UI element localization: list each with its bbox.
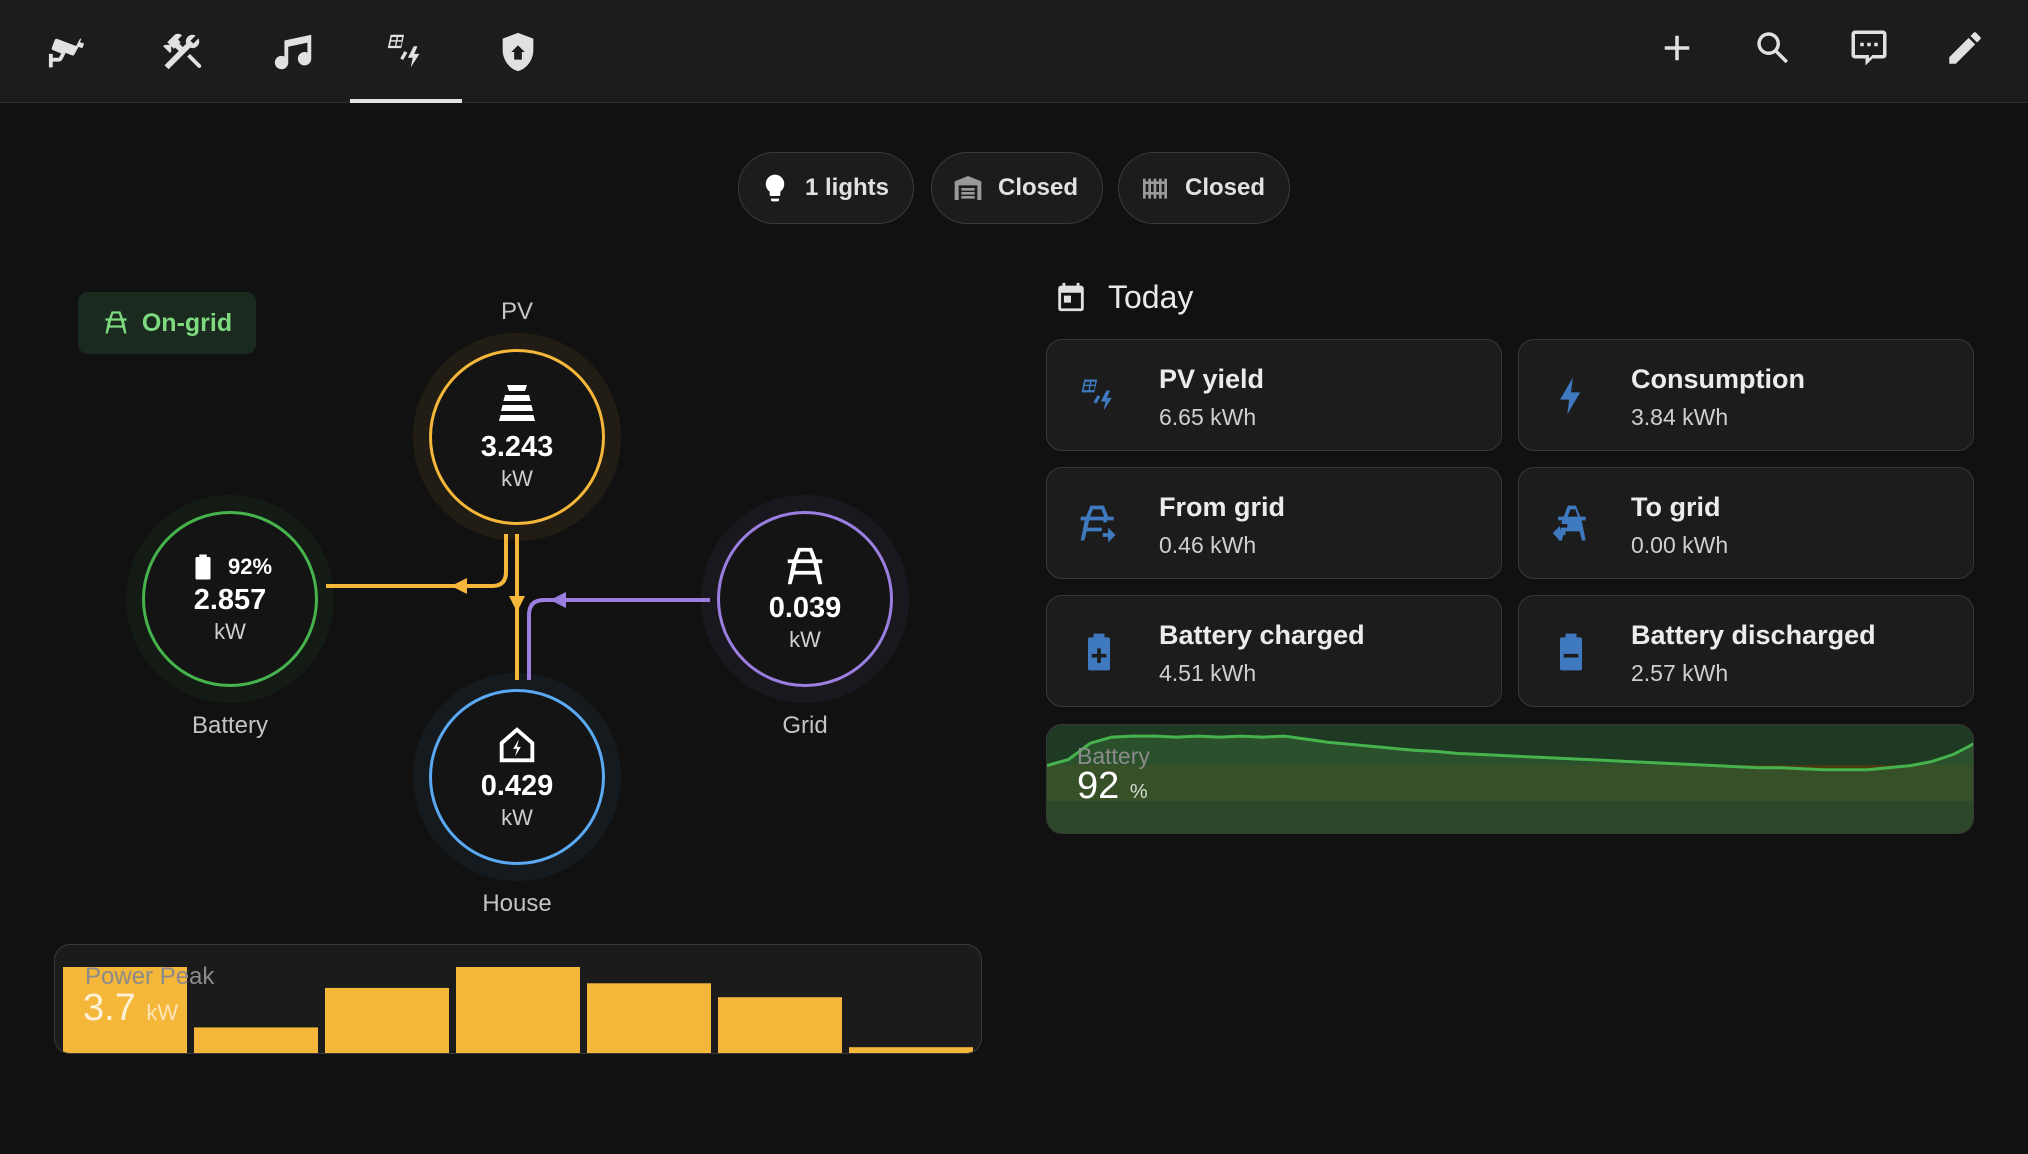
power-peak-bar bbox=[325, 987, 449, 1053]
tile-battery-discharged[interactable]: Battery discharged 2.57 kWh bbox=[1518, 595, 1974, 707]
tile-name: PV yield bbox=[1159, 364, 1265, 394]
transmission-tower-import-icon bbox=[1080, 505, 1116, 543]
plus-icon bbox=[1664, 35, 1690, 60]
power-peak-bar bbox=[456, 967, 580, 1053]
power-peak-bar bbox=[194, 1027, 318, 1053]
transmission-tower-icon bbox=[787, 547, 823, 585]
tile-to-grid[interactable]: To grid 0.00 kWh bbox=[1518, 467, 1974, 579]
battery-minus-icon bbox=[1560, 633, 1582, 671]
transmission-tower-export-icon bbox=[1552, 505, 1586, 541]
power-peak-value: 3.7 bbox=[83, 987, 136, 1029]
today-header: Today bbox=[1054, 272, 1193, 322]
power-peak-bar bbox=[718, 997, 842, 1053]
battery-node[interactable]: 92% 2.857 kW bbox=[142, 511, 318, 687]
gate-icon bbox=[1143, 178, 1167, 199]
pv-node[interactable]: 3.243 kW bbox=[429, 349, 605, 525]
tile-battery-charged[interactable]: Battery charged 4.51 kWh bbox=[1046, 595, 1502, 707]
tile-value: 6.65 kWh bbox=[1159, 404, 1257, 430]
pencil-icon bbox=[1949, 31, 1981, 64]
home-lightning-icon bbox=[499, 727, 535, 763]
tile-value: 0.00 kWh bbox=[1631, 532, 1729, 558]
tile-value: 4.51 kWh bbox=[1159, 660, 1257, 686]
grid-to-house-line bbox=[527, 598, 710, 680]
add-button[interactable] bbox=[1637, 0, 1717, 95]
calendar-icon bbox=[1058, 282, 1084, 312]
grid-node[interactable]: 0.039 kW bbox=[717, 511, 893, 687]
tile-name: From grid bbox=[1159, 492, 1285, 522]
solar-panel-icon bbox=[499, 385, 535, 421]
house-unit: kW bbox=[501, 805, 533, 830]
lightning-icon bbox=[1560, 377, 1581, 415]
tile-value: 2.57 kWh bbox=[1631, 660, 1729, 686]
battery-icon bbox=[195, 554, 211, 580]
gate-chip[interactable]: Closed bbox=[1118, 152, 1291, 224]
tile-pv-yield[interactable]: PV yield 6.65 kWh bbox=[1046, 339, 1502, 451]
gate-chip-label: Closed bbox=[1185, 174, 1266, 201]
pv-label: PV bbox=[500, 298, 533, 325]
pv-to-battery-line bbox=[326, 534, 508, 588]
pv-unit: kW bbox=[501, 466, 533, 491]
power-peak-bar bbox=[587, 983, 711, 1053]
power-peak-unit: kW bbox=[146, 1000, 179, 1025]
pv-value: 3.243 bbox=[480, 431, 554, 463]
power-peak-chart bbox=[63, 967, 973, 1053]
pv-to-battery-arrow bbox=[451, 578, 467, 594]
tile-name: To grid bbox=[1631, 492, 1721, 522]
battery-plus-icon bbox=[1088, 633, 1110, 671]
grid-value: 0.039 bbox=[768, 592, 842, 624]
tile-value: 0.46 kWh bbox=[1159, 532, 1257, 558]
grid-to-house-arrow bbox=[550, 592, 566, 608]
battery-value: 2.857 bbox=[193, 584, 267, 616]
assist-button[interactable] bbox=[1829, 0, 1909, 95]
today-title: Today bbox=[1108, 278, 1194, 315]
grid-unit: kW bbox=[789, 627, 821, 652]
battery-card-value-wrap: 92 % bbox=[1077, 765, 1148, 808]
solar-power-icon bbox=[1081, 379, 1112, 411]
battery-history-chart bbox=[1047, 725, 1973, 833]
battery-card-unit: % bbox=[1129, 781, 1148, 803]
power-peak-value-wrap: 3.7 kW bbox=[83, 987, 178, 1030]
tile-consumption[interactable]: Consumption 3.84 kWh bbox=[1518, 339, 1974, 451]
tile-value: 3.84 kWh bbox=[1631, 404, 1729, 430]
power-peak-bar bbox=[849, 1047, 973, 1053]
tile-name: Battery discharged bbox=[1631, 620, 1876, 650]
search-icon bbox=[1757, 31, 1789, 63]
battery-soc: 92% bbox=[227, 554, 273, 579]
tile-name: Consumption bbox=[1631, 364, 1805, 394]
edit-button[interactable] bbox=[1925, 0, 2005, 95]
house-label: House bbox=[482, 890, 552, 917]
assist-chat-icon bbox=[1851, 30, 1887, 65]
pv-to-house-arrow bbox=[509, 596, 525, 612]
power-peak-card[interactable]: Power Peak 3.7 kW bbox=[54, 944, 982, 1054]
battery-label: Battery bbox=[191, 712, 269, 739]
tile-name: Battery charged bbox=[1159, 620, 1365, 650]
house-value: 0.429 bbox=[480, 770, 554, 802]
battery-unit: kW bbox=[214, 619, 246, 644]
house-node[interactable]: 0.429 kW bbox=[429, 689, 605, 865]
grid-label: Grid bbox=[782, 712, 828, 739]
battery-card-value: 92 bbox=[1077, 765, 1120, 807]
battery-history-card[interactable]: Battery 92 % bbox=[1046, 724, 1974, 834]
search-button[interactable] bbox=[1733, 0, 1813, 95]
tile-from-grid[interactable]: From grid 0.46 kWh bbox=[1046, 467, 1502, 579]
garage-chip-label: Closed bbox=[998, 174, 1079, 201]
